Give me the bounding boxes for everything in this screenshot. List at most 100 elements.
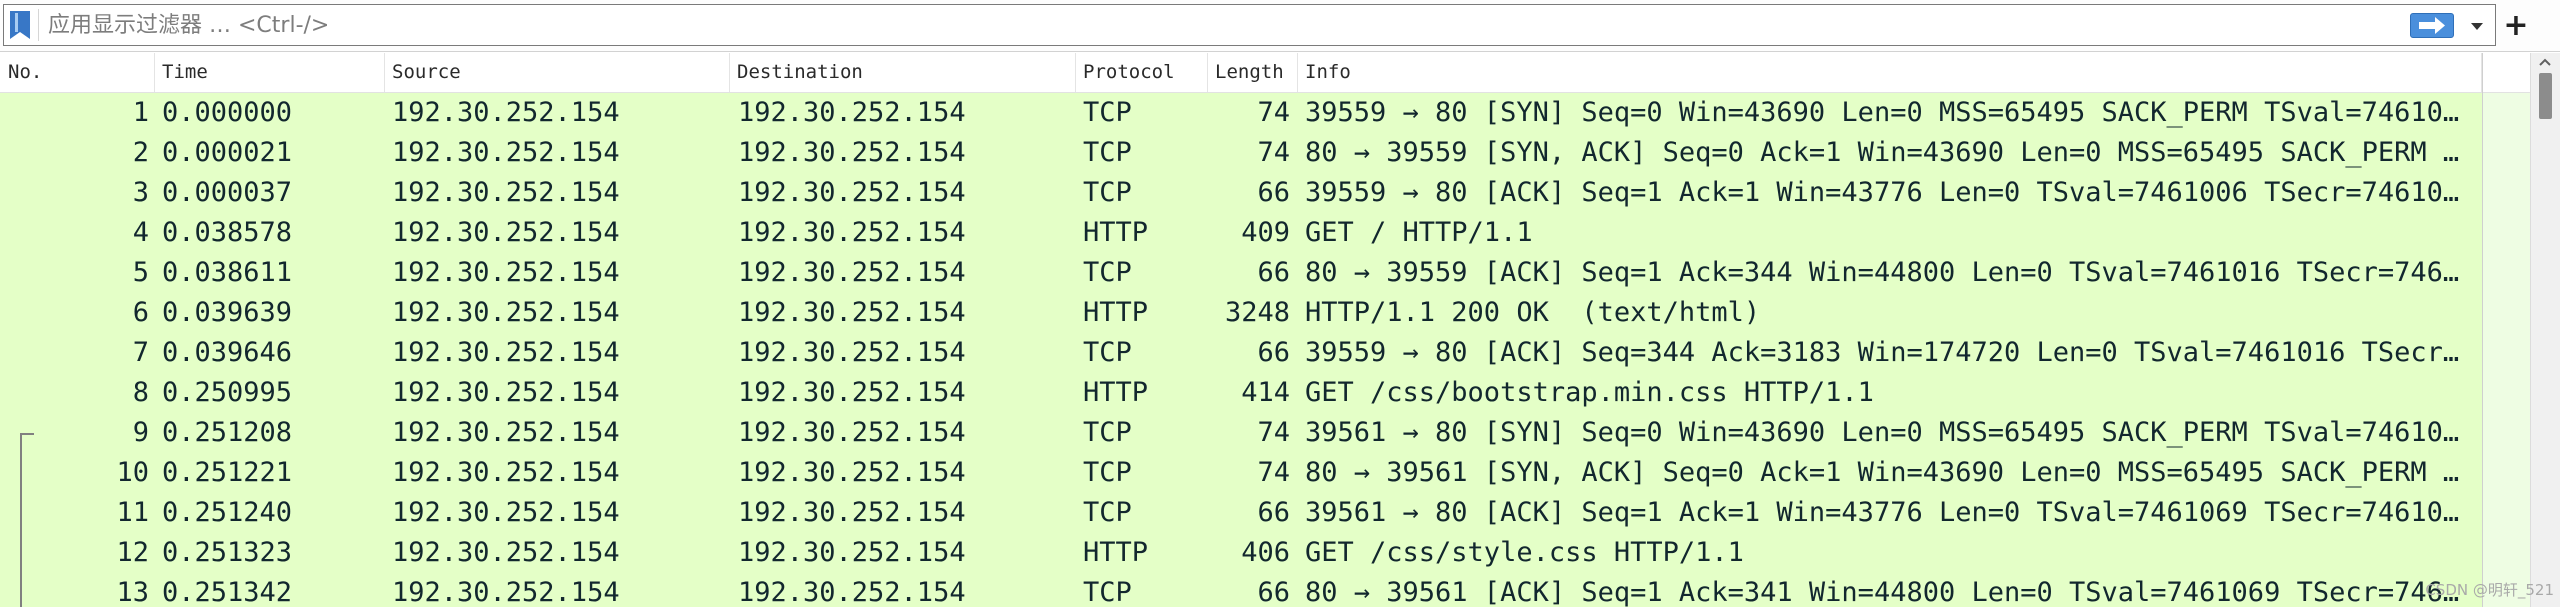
vertical-scrollbar[interactable] (2530, 53, 2560, 607)
packet-row[interactable]: 7 0.039646 192.30.252.154 192.30.252.154 TCP… (0, 333, 2482, 373)
display-filter-box (3, 4, 2496, 46)
column-header-source[interactable]: Source (385, 53, 730, 92)
display-filter-input[interactable] (48, 6, 2398, 44)
packet-length-cell: 66 (1257, 177, 1290, 208)
packet-protocol-cell: TCP (1083, 577, 1132, 607)
packet-length-cell: 74 (1257, 137, 1290, 168)
packet-length-cell: 74 (1257, 417, 1290, 448)
packet-row[interactable]: 4 0.038578 192.30.252.154 192.30.252.154 HTT… (0, 213, 2482, 253)
packet-time-cell: 0.000000 (162, 97, 293, 128)
packet-length-cell: 414 (1241, 377, 1290, 408)
packet-source-cell: 192.30.252.154 (392, 297, 620, 328)
chevron-down-icon (2471, 23, 2483, 30)
packet-source-cell: 192.30.252.154 (392, 97, 620, 128)
packet-row[interactable]: 1 0.000000 192.30.252.154 192.30.252.154 TCP… (0, 93, 2482, 133)
column-header-protocol[interactable]: Protocol (1076, 53, 1208, 92)
packet-protocol-cell: HTTP (1083, 297, 1149, 328)
packet-info-cell: 39559 → 80 [ACK] Seq=344 Ack=3183 Win=17… (1305, 337, 2460, 368)
packet-row[interactable]: 2 0.000021 192.30.252.154 192.30.252.154 TCP… (0, 133, 2482, 173)
arrow-right-icon (2419, 17, 2445, 34)
packet-row[interactable]: 8 0.250995 192.30.252.154 192.30.252.154 HTT… (0, 373, 2482, 413)
packet-protocol-cell: TCP (1083, 457, 1132, 488)
packet-no-cell: 4 (132, 217, 149, 248)
packet-row[interactable]: 9 0.251208 192.30.252.154 192.30.252.154 TCP… (0, 413, 2482, 453)
packet-info-cell: 80 → 39561 [SYN, ACK] Seq=0 Ack=1 Win=43… (1305, 457, 2460, 488)
packet-time-cell: 0.038611 (162, 257, 293, 288)
packet-row[interactable]: 5 0.038611 192.30.252.154 192.30.252.154 TCP… (0, 253, 2482, 293)
packet-length-cell: 74 (1257, 97, 1290, 128)
apply-filter-button[interactable] (2410, 13, 2454, 38)
packet-time-cell: 0.038578 (162, 217, 293, 248)
packet-destination-cell: 192.30.252.154 (738, 177, 966, 208)
packet-info-cell: HTTP/1.1 200 OK (text/html) (1305, 297, 1761, 328)
packet-time-cell: 0.000037 (162, 177, 293, 208)
packet-source-cell: 192.30.252.154 (392, 537, 620, 568)
packet-protocol-cell: TCP (1083, 417, 1132, 448)
packet-list-minimap[interactable] (2482, 53, 2530, 607)
packet-time-cell: 0.251208 (162, 417, 293, 448)
scrollbar-thumb[interactable] (2539, 73, 2552, 119)
packet-list: 1 0.000000 192.30.252.154 192.30.252.154 TCP… (0, 93, 2482, 607)
packet-time-cell: 0.251240 (162, 497, 293, 528)
packet-length-cell: 66 (1257, 257, 1290, 288)
packet-source-cell: 192.30.252.154 (392, 457, 620, 488)
packet-protocol-cell: TCP (1083, 97, 1132, 128)
packet-no-cell: 3 (132, 177, 149, 208)
filter-bookmark-button[interactable] (8, 10, 32, 40)
packet-protocol-cell: TCP (1083, 137, 1132, 168)
packet-time-cell: 0.250995 (162, 377, 293, 408)
packet-source-cell: 192.30.252.154 (392, 137, 620, 168)
packet-source-cell: 192.30.252.154 (392, 217, 620, 248)
packet-no-cell: 8 (132, 377, 149, 408)
packet-info-cell: 39559 → 80 [SYN] Seq=0 Win=43690 Len=0 M… (1305, 97, 2460, 128)
packet-destination-cell: 192.30.252.154 (738, 297, 966, 328)
packet-row[interactable]: 10 0.251221 192.30.252.154 192.30.252.154 TC… (0, 453, 2482, 493)
packet-length-cell: 66 (1257, 577, 1290, 607)
packet-length-cell: 406 (1241, 537, 1290, 568)
packet-protocol-cell: HTTP (1083, 537, 1149, 568)
packet-row[interactable]: 11 0.251240 192.30.252.154 192.30.252.154 TC… (0, 493, 2482, 533)
packet-no-cell: 5 (132, 257, 149, 288)
chevron-up-icon[interactable] (2538, 57, 2552, 67)
column-header-no[interactable]: No. (0, 53, 155, 92)
add-filter-button[interactable]: + (2502, 6, 2530, 46)
packet-info-cell: 39559 → 80 [ACK] Seq=1 Ack=1 Win=43776 L… (1305, 177, 2460, 208)
packet-destination-cell: 192.30.252.154 (738, 497, 966, 528)
packet-info-cell: 80 → 39559 [SYN, ACK] Seq=0 Ack=1 Win=43… (1305, 137, 2460, 168)
packet-length-cell: 409 (1241, 217, 1290, 248)
packet-row[interactable]: 6 0.039639 192.30.252.154 192.30.252.154 HTT… (0, 293, 2482, 333)
packet-source-cell: 192.30.252.154 (392, 257, 620, 288)
packet-protocol-cell: TCP (1083, 177, 1132, 208)
packet-info-cell: 39561 → 80 [SYN] Seq=0 Win=43690 Len=0 M… (1305, 417, 2460, 448)
packet-time-cell: 0.000021 (162, 137, 293, 168)
packet-time-cell: 0.251323 (162, 537, 293, 568)
packet-source-cell: 192.30.252.154 (392, 377, 620, 408)
column-header-info[interactable]: Info (1298, 53, 2482, 92)
display-filter-toolbar: + (0, 0, 2560, 52)
packet-row[interactable]: 3 0.000037 192.30.252.154 192.30.252.154 TCP… (0, 173, 2482, 213)
packet-protocol-cell: TCP (1083, 337, 1132, 368)
filter-history-dropdown[interactable] (2466, 16, 2488, 36)
packet-row[interactable]: 12 0.251323 192.30.252.154 192.30.252.154 HT… (0, 533, 2482, 573)
minimap-header (2483, 53, 2530, 93)
packet-info-cell: GET /css/style.css HTTP/1.1 (1305, 537, 1744, 568)
column-header-destination[interactable]: Destination (730, 53, 1076, 92)
packet-length-cell: 74 (1257, 457, 1290, 488)
packet-time-cell: 0.251221 (162, 457, 293, 488)
packet-row[interactable]: 13 0.251342 192.30.252.154 192.30.252.154 TC… (0, 573, 2482, 607)
related-packets-bracket (20, 433, 34, 607)
watermark: CSDN @明轩_521 (2425, 581, 2554, 599)
column-header-time[interactable]: Time (155, 53, 385, 92)
packet-source-cell: 192.30.252.154 (392, 417, 620, 448)
packet-source-cell: 192.30.252.154 (392, 577, 620, 607)
column-header-length[interactable]: Length (1208, 53, 1298, 92)
packet-info-cell: 80 → 39559 [ACK] Seq=1 Ack=344 Win=44800… (1305, 257, 2460, 288)
packet-time-cell: 0.251342 (162, 577, 293, 607)
packet-protocol-cell: HTTP (1083, 377, 1149, 408)
packet-protocol-cell: HTTP (1083, 217, 1149, 248)
packet-destination-cell: 192.30.252.154 (738, 537, 966, 568)
packet-info-cell: 80 → 39561 [ACK] Seq=1 Ack=341 Win=44800… (1305, 577, 2460, 607)
packet-length-cell: 3248 (1224, 297, 1290, 328)
packet-destination-cell: 192.30.252.154 (738, 257, 966, 288)
packet-destination-cell: 192.30.252.154 (738, 137, 966, 168)
